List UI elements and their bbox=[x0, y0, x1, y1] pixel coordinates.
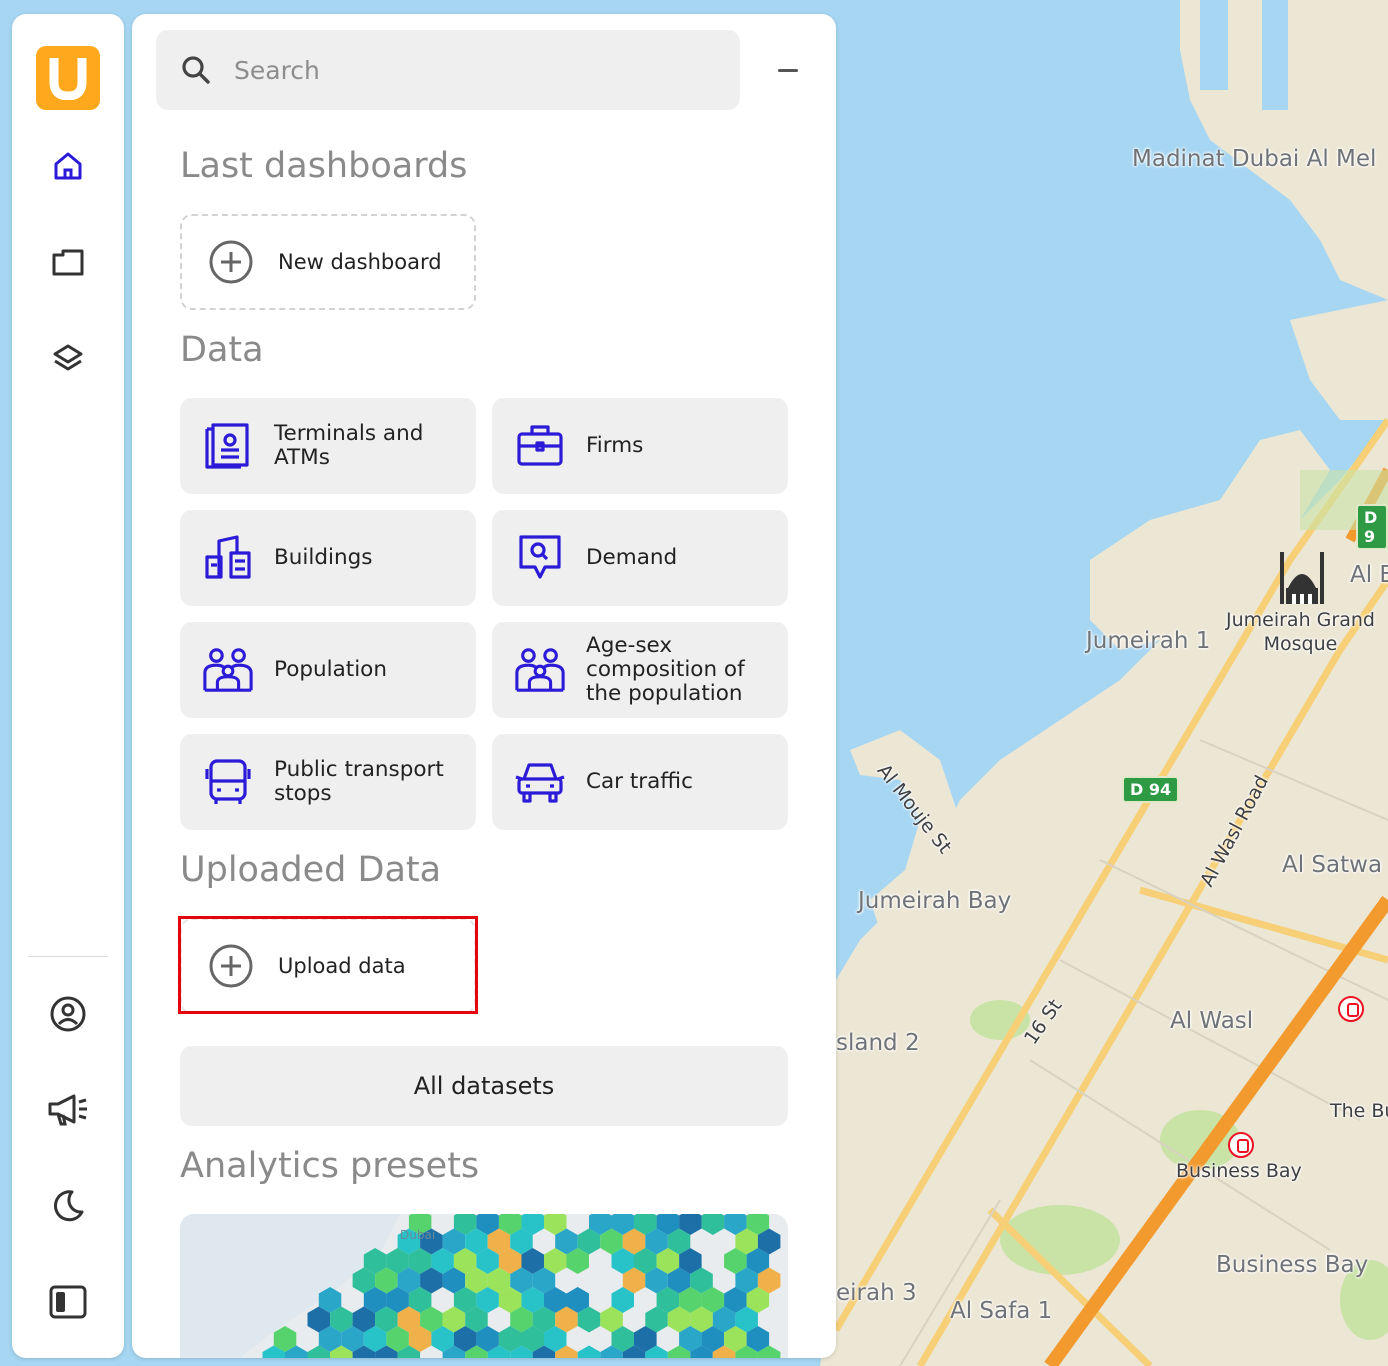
buildings-icon bbox=[202, 532, 254, 584]
road-shield-d94: D 94 bbox=[1122, 776, 1180, 803]
car-icon bbox=[514, 756, 566, 808]
upload-data-label: Upload data bbox=[278, 954, 406, 978]
map-label-jumeirah-bay: Jumeirah Bay bbox=[858, 888, 1012, 914]
mosque-icon bbox=[1280, 552, 1324, 604]
tile-label: Terminals and ATMs bbox=[274, 421, 424, 470]
tile-label: Public transport stops bbox=[274, 757, 444, 806]
tile-label: Car traffic bbox=[586, 769, 693, 794]
metro-station-icon[interactable] bbox=[1338, 996, 1364, 1022]
terminal-icon bbox=[202, 420, 254, 472]
nav-divider bbox=[28, 956, 108, 957]
tile-label: Population bbox=[274, 657, 387, 682]
section-title-data: Data bbox=[180, 330, 264, 370]
profile-button[interactable] bbox=[44, 990, 92, 1038]
home-button[interactable] bbox=[44, 142, 92, 190]
new-dashboard-button[interactable]: New dashboard bbox=[180, 214, 476, 310]
preset-hex-map bbox=[180, 1214, 788, 1358]
home-icon bbox=[54, 152, 82, 180]
map-label-irah3: eirah 3 bbox=[836, 1280, 917, 1306]
sidebar-toggle-icon bbox=[49, 1285, 87, 1319]
logo-u-icon bbox=[49, 58, 87, 100]
data-tile-age-sex[interactable]: Age-sex composition of the population bbox=[492, 622, 788, 718]
map-label-satwa: Al Satwa bbox=[1282, 852, 1383, 878]
theme-toggle-button[interactable] bbox=[44, 1182, 92, 1230]
announcements-button[interactable] bbox=[44, 1086, 92, 1134]
side-panel: Last dashboards New dashboard Data Termi… bbox=[132, 14, 836, 1358]
map-label-jumeirah1: Jumeirah 1 bbox=[1086, 628, 1211, 654]
map-label-business-bay-station: Business Bay bbox=[1176, 1160, 1302, 1182]
map-label-business-bay: Business Bay bbox=[1216, 1252, 1369, 1278]
data-tile-firms[interactable]: Firms bbox=[492, 398, 788, 494]
moon-icon bbox=[53, 1190, 84, 1222]
preset-map-label: Dubai bbox=[400, 1228, 436, 1242]
data-tile-buildings[interactable]: Buildings bbox=[180, 510, 476, 606]
collapse-panel-button[interactable] bbox=[772, 54, 804, 86]
data-tile-terminals[interactable]: Terminals and ATMs bbox=[180, 398, 476, 494]
analytics-preset-card[interactable]: Dubai bbox=[180, 1214, 788, 1358]
data-tile-population[interactable]: Population bbox=[180, 622, 476, 718]
briefcase-icon bbox=[514, 420, 566, 472]
map-label-island2: sland 2 bbox=[836, 1030, 920, 1056]
map-label-mosque: Jumeirah Grand Mosque bbox=[1226, 609, 1375, 655]
people-group-icon bbox=[514, 644, 566, 696]
user-icon bbox=[50, 996, 86, 1032]
plus-circle-icon bbox=[208, 239, 254, 285]
section-title-last-dashboards: Last dashboards bbox=[180, 146, 468, 186]
search-icon bbox=[180, 54, 212, 86]
data-tile-car-traffic[interactable]: Car traffic bbox=[492, 734, 788, 830]
tile-label: Buildings bbox=[274, 545, 373, 570]
app-logo[interactable] bbox=[36, 46, 100, 110]
search-bar[interactable] bbox=[156, 30, 740, 110]
sidebar-toggle-button[interactable] bbox=[44, 1278, 92, 1326]
folder-icon bbox=[52, 249, 84, 276]
section-title-uploaded: Uploaded Data bbox=[180, 850, 442, 890]
megaphone-icon bbox=[48, 1094, 87, 1126]
bus-icon bbox=[202, 756, 254, 808]
search-input[interactable] bbox=[234, 55, 714, 85]
people-icon bbox=[202, 644, 254, 696]
tile-label: Age-sex composition of the population bbox=[586, 633, 745, 706]
upload-data-button[interactable]: Upload data bbox=[180, 918, 476, 1014]
minus-icon bbox=[778, 68, 798, 72]
road-shield-d9: D 9 bbox=[1356, 504, 1388, 550]
layers-icon bbox=[53, 344, 83, 371]
map-label-alsafa1: Al Safa 1 bbox=[950, 1298, 1053, 1324]
search-bubble-icon bbox=[514, 532, 566, 584]
tile-label: Firms bbox=[586, 433, 644, 458]
all-datasets-button[interactable]: All datasets bbox=[180, 1046, 788, 1126]
map-label-the-bu: The Bu bbox=[1330, 1100, 1388, 1122]
data-tile-demand[interactable]: Demand bbox=[492, 510, 788, 606]
map-label-madinat: Madinat Dubai Al Mel bbox=[1132, 146, 1377, 172]
plus-circle-icon bbox=[208, 943, 254, 989]
section-title-presets: Analytics presets bbox=[180, 1146, 480, 1186]
dashboards-button[interactable] bbox=[44, 238, 92, 286]
map-label-alwasl: Al Wasl bbox=[1170, 1008, 1254, 1034]
data-tile-transport-stops[interactable]: Public transport stops bbox=[180, 734, 476, 830]
map-label-al-e: Al E bbox=[1350, 562, 1388, 588]
new-dashboard-label: New dashboard bbox=[278, 250, 442, 274]
metro-station-icon[interactable] bbox=[1228, 1132, 1254, 1158]
tile-label: Demand bbox=[586, 545, 678, 570]
left-navigation bbox=[12, 14, 124, 1358]
layers-button[interactable] bbox=[44, 334, 92, 382]
